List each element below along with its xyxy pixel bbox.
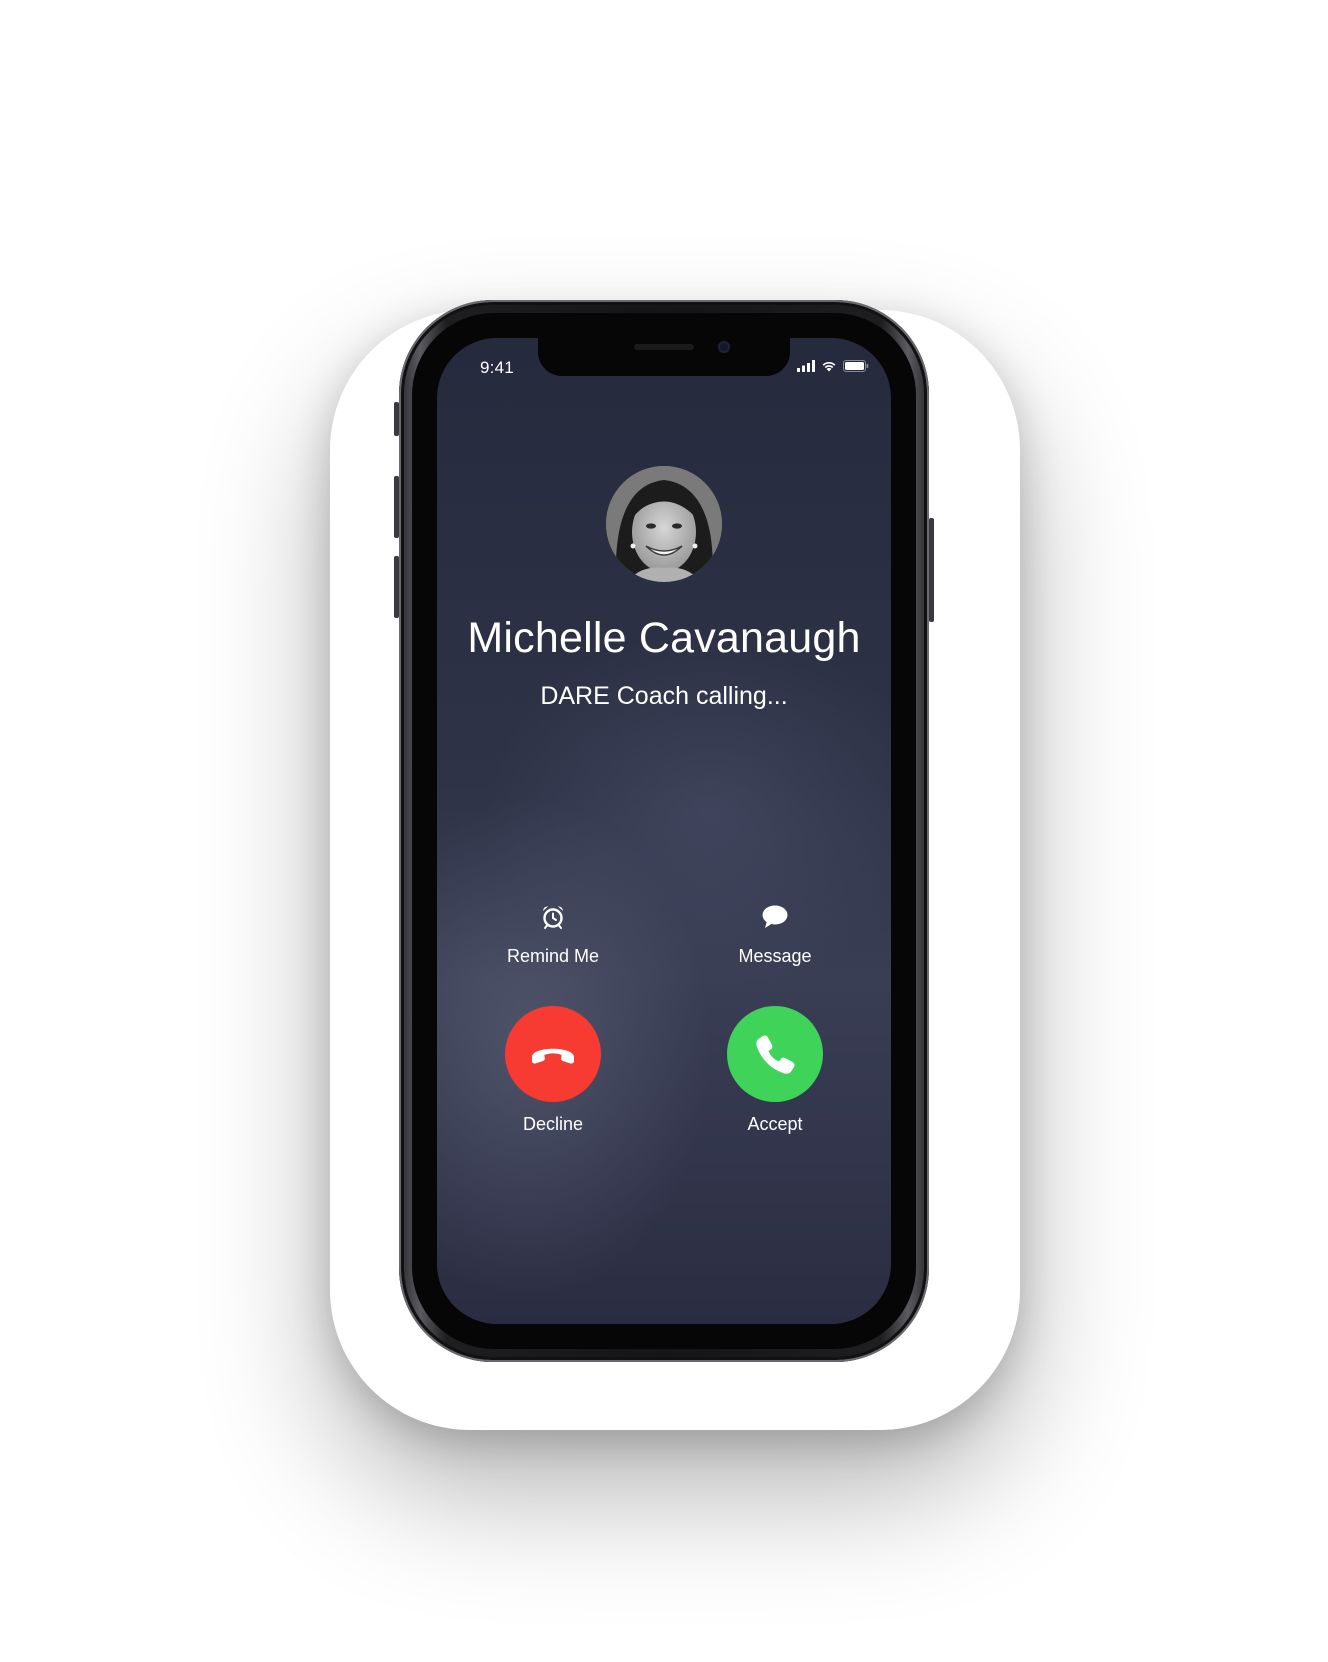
earpiece-speaker xyxy=(634,344,694,350)
remind-me-button[interactable]: Remind Me xyxy=(473,902,633,967)
accept-button[interactable]: Accept xyxy=(695,1006,855,1135)
volume-down-button xyxy=(394,556,399,618)
battery-icon xyxy=(843,360,869,372)
status-time: 9:41 xyxy=(480,358,514,377)
alarm-clock-icon xyxy=(542,906,564,929)
remind-me-label: Remind Me xyxy=(506,946,600,966)
speech-bubble-icon xyxy=(762,905,788,928)
cellular-signal-icon xyxy=(797,360,815,372)
message-button[interactable]: Message xyxy=(695,902,855,967)
accept-label: Accept xyxy=(747,1114,803,1134)
wifi-icon xyxy=(822,362,836,372)
power-button xyxy=(929,518,934,622)
decline-circle[interactable] xyxy=(505,1006,601,1102)
front-camera xyxy=(718,341,730,353)
call-status: DARE Coach calling... xyxy=(540,682,788,710)
notch xyxy=(538,338,790,376)
decline-label: Decline xyxy=(522,1114,584,1134)
phone-hangup-icon xyxy=(532,1048,574,1064)
status-icons xyxy=(797,358,869,374)
incoming-call-screen: 9:41 Michelle Cavanaugh DARE Coach calli… xyxy=(437,338,891,1324)
phone-icon xyxy=(756,1035,795,1074)
message-label: Message xyxy=(738,946,812,966)
caller-name: Michelle Cavanaugh xyxy=(467,614,861,662)
caller-avatar xyxy=(606,466,722,582)
decline-button[interactable]: Decline xyxy=(473,1006,633,1135)
silent-switch xyxy=(394,402,399,436)
volume-up-button xyxy=(394,476,399,538)
accept-circle[interactable] xyxy=(727,1006,823,1102)
